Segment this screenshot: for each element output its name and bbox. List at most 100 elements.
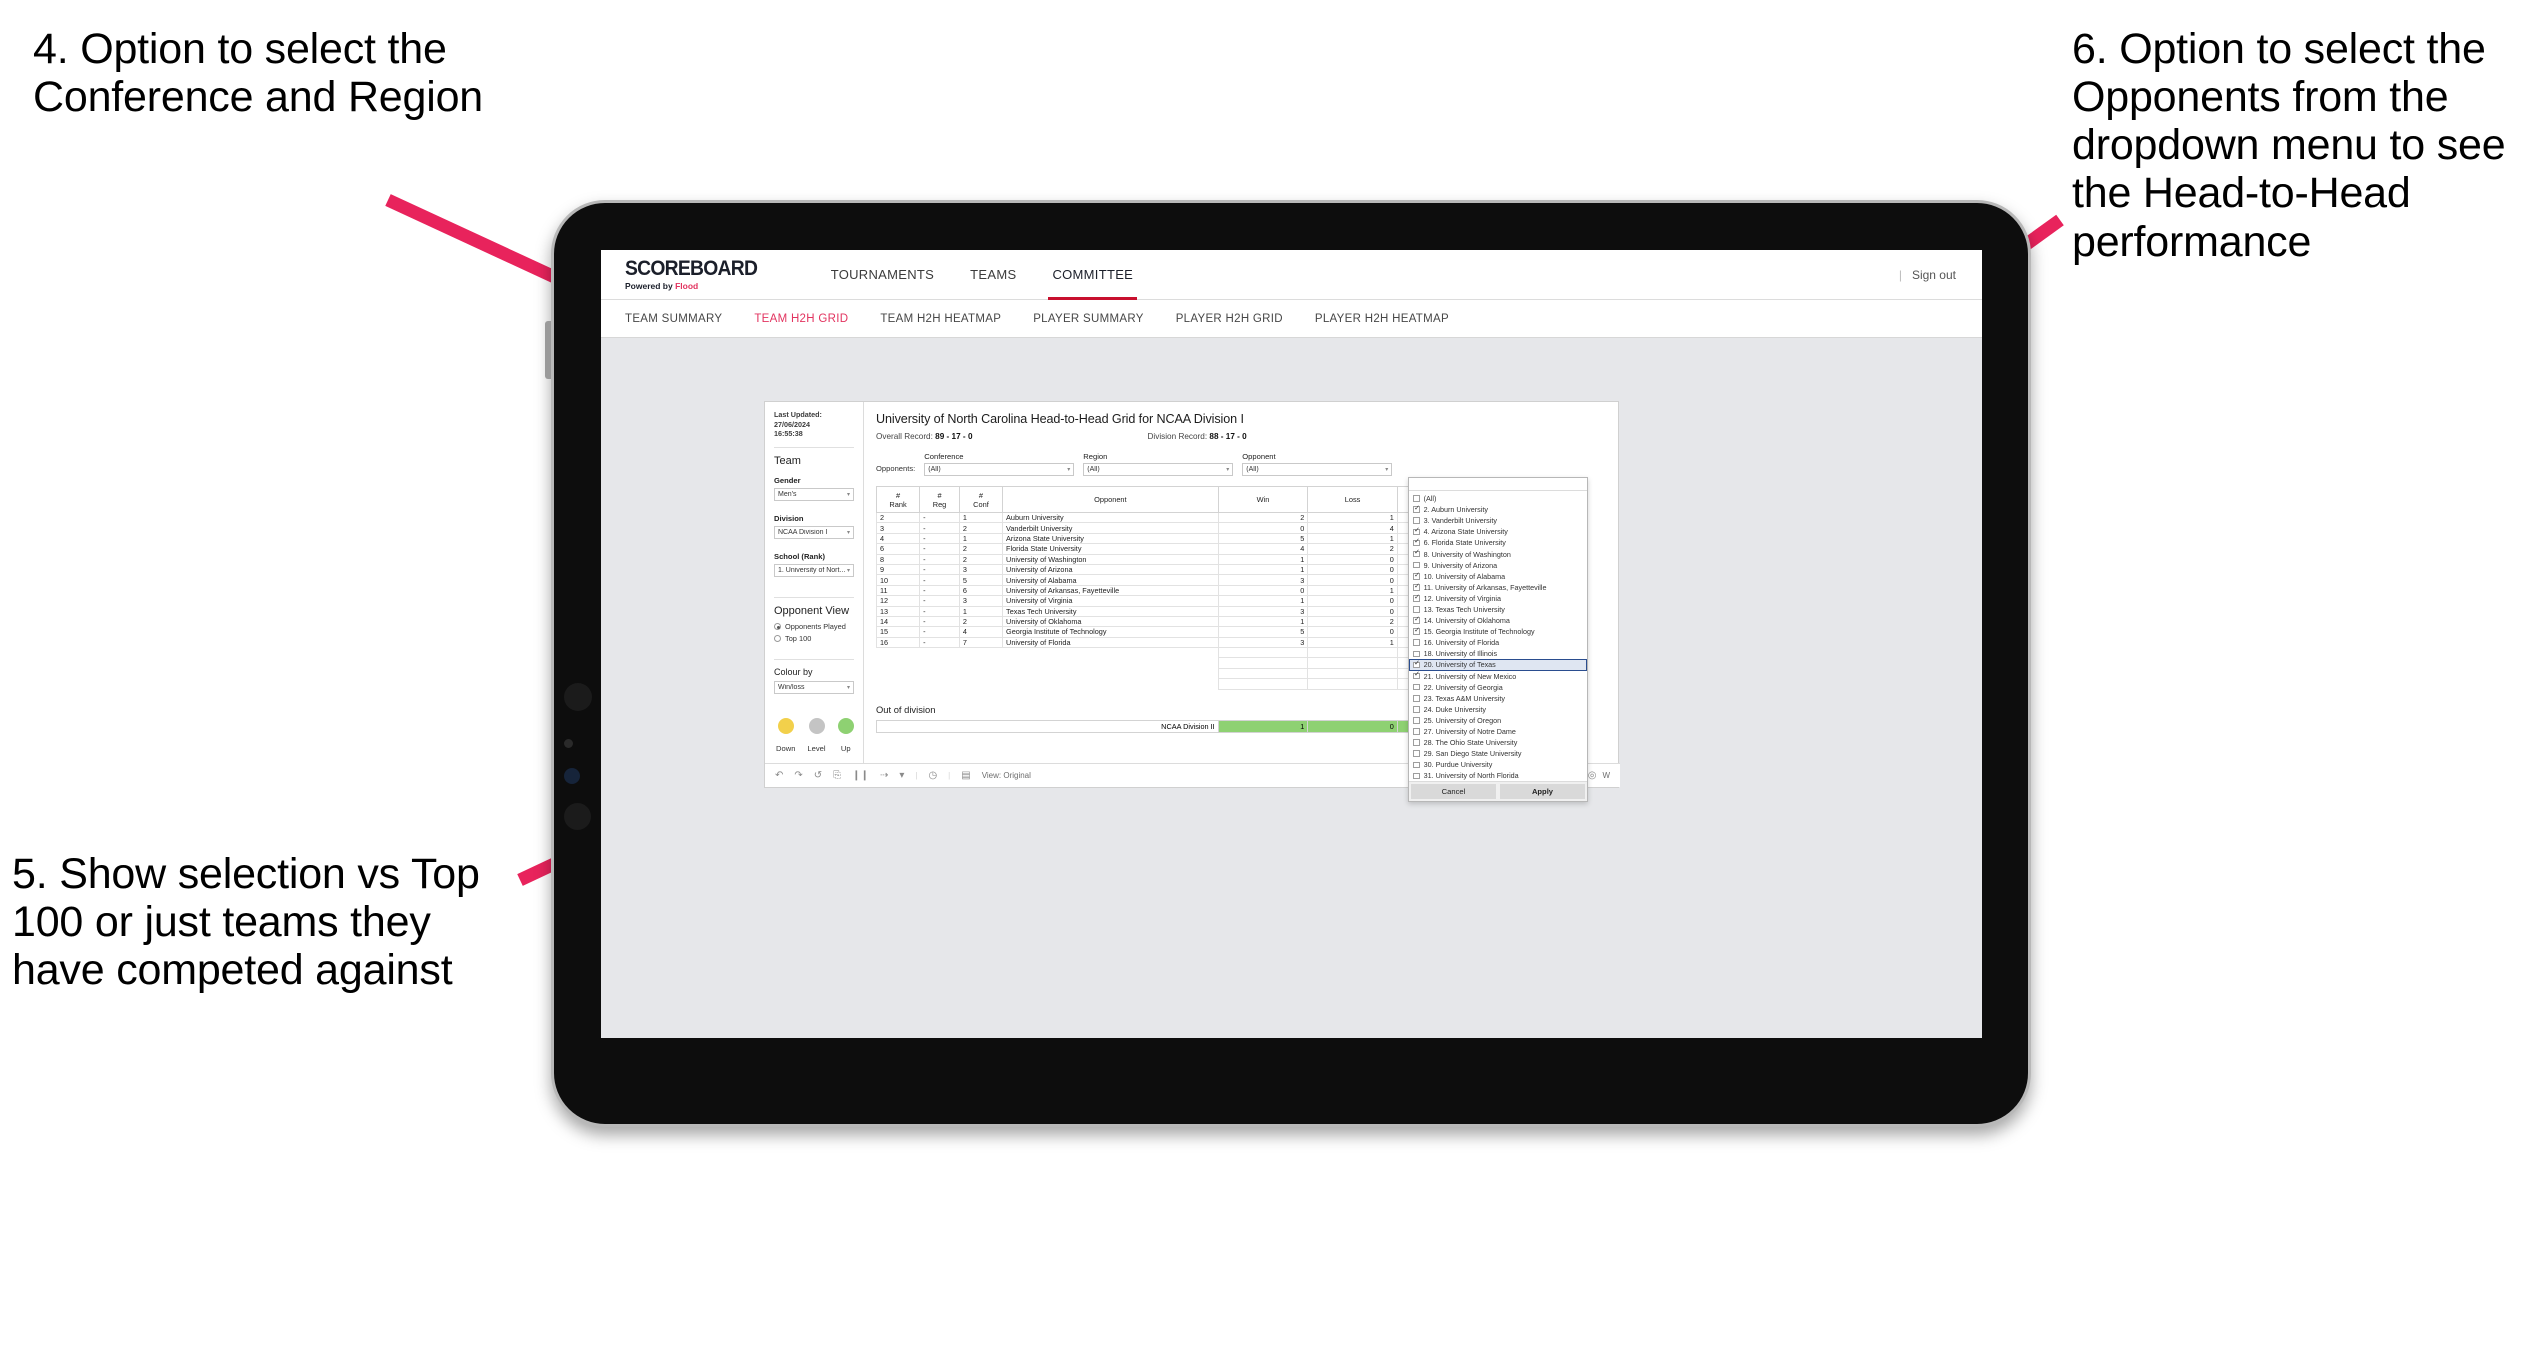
table-row[interactable]: 4-1 Arizona State University 5 1 bbox=[875, 532, 1442, 545]
th-rank[interactable]: # Rank bbox=[875, 486, 921, 513]
subnav-player-h2h-grid[interactable]: PLAYER H2H GRID bbox=[1160, 300, 1299, 338]
dropdown-option[interactable]: 16. University of Florida bbox=[1409, 637, 1587, 648]
subnav-team-summary[interactable]: TEAM SUMMARY bbox=[625, 300, 738, 338]
table-row[interactable]: 2-1 Auburn University 2 1 bbox=[875, 511, 1442, 524]
dropdown-option[interactable]: 28. The Ohio State University bbox=[1409, 737, 1587, 748]
history-icon[interactable]: ◷ bbox=[928, 770, 937, 781]
gender-select[interactable]: Men's ▾ bbox=[774, 488, 854, 502]
table-row[interactable]: 16-7 University of Florida 3 1 bbox=[875, 636, 1442, 649]
checkbox-icon[interactable] bbox=[1413, 739, 1420, 746]
checkbox-icon[interactable] bbox=[1413, 561, 1420, 569]
checkbox-icon[interactable] bbox=[1413, 572, 1420, 580]
revert-icon[interactable]: ↺ bbox=[814, 770, 822, 781]
table-row[interactable]: 13-1 Texas Tech University 3 0 bbox=[875, 605, 1442, 617]
checkbox-icon[interactable] bbox=[1413, 538, 1420, 547]
checkbox-icon[interactable] bbox=[1413, 606, 1420, 613]
table-row[interactable]: 15-4 Georgia Institute of Technology 5 0 bbox=[875, 626, 1442, 638]
checkbox-icon[interactable] bbox=[1413, 639, 1420, 647]
dropdown-option[interactable]: 20. University of Texas bbox=[1409, 659, 1587, 671]
checkbox-icon[interactable] bbox=[1413, 527, 1420, 536]
table-row[interactable]: 10-5 University of Alabama 3 0 bbox=[875, 574, 1442, 586]
dropdown-option[interactable]: 3. Vanderbilt University bbox=[1409, 515, 1587, 526]
colour-by-select[interactable]: Win/loss ▾ bbox=[774, 681, 854, 695]
th-opponent[interactable]: Opponent bbox=[1002, 486, 1219, 513]
subnav-player-h2h-heatmap[interactable]: PLAYER H2H HEATMAP bbox=[1299, 300, 1465, 338]
sign-out-link[interactable]: Sign out bbox=[1912, 268, 1956, 282]
dropdown-option[interactable]: 2. Auburn University bbox=[1409, 504, 1587, 515]
brand-logo[interactable]: SCOREBOARD Powered by Flood bbox=[625, 258, 769, 291]
opponent-search-input[interactable] bbox=[1409, 478, 1587, 491]
dropdown-option[interactable]: 8. University of Washington bbox=[1409, 548, 1587, 559]
checkbox-icon[interactable] bbox=[1413, 583, 1420, 591]
checkbox-icon[interactable] bbox=[1413, 627, 1420, 635]
checkbox-icon[interactable] bbox=[1413, 549, 1420, 558]
checkbox-icon[interactable] bbox=[1413, 728, 1420, 735]
checkbox-icon[interactable] bbox=[1413, 671, 1420, 680]
undo-icon[interactable]: ↶ bbox=[775, 770, 783, 781]
dropdown-option[interactable]: 6. Florida State University bbox=[1409, 537, 1587, 548]
dropdown-option[interactable]: 25. University of Oregon bbox=[1409, 715, 1587, 726]
checkbox-icon[interactable] bbox=[1413, 772, 1420, 780]
checkbox-icon[interactable] bbox=[1413, 517, 1420, 525]
checkbox-icon[interactable] bbox=[1413, 505, 1420, 513]
table-row[interactable]: 9-3 University of Arizona 1 0 bbox=[875, 563, 1442, 576]
checkbox-icon[interactable] bbox=[1413, 594, 1420, 602]
school-select[interactable]: 1. University of Nort... ▾ bbox=[774, 564, 854, 578]
checkbox-icon[interactable] bbox=[1413, 706, 1420, 713]
pause-icon[interactable]: ❙❙ bbox=[852, 770, 869, 781]
dropdown-option[interactable]: 31. University of North Florida bbox=[1409, 770, 1587, 781]
caret-down-icon[interactable]: ▾ bbox=[899, 770, 904, 781]
dropdown-option[interactable]: (All) bbox=[1409, 493, 1587, 504]
dropdown-option[interactable]: 21. University of New Mexico bbox=[1409, 671, 1587, 682]
table-row[interactable]: 14-2 University of Oklahoma 1 2 bbox=[875, 615, 1442, 628]
checkbox-icon[interactable] bbox=[1413, 683, 1420, 691]
table-row[interactable]: 8-2 University of Washington 1 0 bbox=[875, 553, 1442, 565]
radio-opponents-played[interactable]: Opponents Played bbox=[774, 622, 854, 631]
refresh-icon[interactable]: ⎘ bbox=[833, 770, 841, 781]
cancel-button[interactable]: Cancel bbox=[1411, 784, 1496, 800]
nav-committee[interactable]: COMMITTEE bbox=[1034, 250, 1151, 300]
conference-select[interactable]: (All) ▾ bbox=[924, 463, 1075, 476]
redo-icon[interactable]: ↷ bbox=[794, 770, 802, 781]
subnav-player-summary[interactable]: PLAYER SUMMARY bbox=[1017, 300, 1160, 338]
opponent-option-list[interactable]: (All)2. Auburn University3. Vanderbilt U… bbox=[1409, 491, 1587, 781]
apply-button[interactable]: Apply bbox=[1500, 784, 1585, 800]
dropdown-option[interactable]: 11. University of Arkansas, Fayetteville bbox=[1409, 582, 1587, 593]
checkbox-icon[interactable] bbox=[1413, 717, 1420, 724]
th-conf[interactable]: # Conf bbox=[958, 486, 1004, 513]
dropdown-option[interactable]: 24. Duke University bbox=[1409, 704, 1587, 715]
checkbox-icon[interactable] bbox=[1413, 694, 1420, 702]
dropdown-option[interactable]: 22. University of Georgia bbox=[1409, 682, 1587, 693]
division-select[interactable]: NCAA Division I ▾ bbox=[774, 526, 854, 540]
dropdown-option[interactable]: 13. Texas Tech University bbox=[1409, 604, 1587, 615]
view-icon[interactable]: ▤ bbox=[961, 770, 970, 781]
checkbox-icon[interactable] bbox=[1413, 495, 1420, 502]
nav-tournaments[interactable]: TOURNAMENTS bbox=[813, 250, 952, 300]
checkbox-icon[interactable] bbox=[1413, 650, 1420, 658]
checkbox-icon[interactable] bbox=[1413, 750, 1420, 757]
dropdown-option[interactable]: 12. University of Virginia bbox=[1409, 593, 1587, 604]
region-select[interactable]: (All) ▾ bbox=[1083, 463, 1234, 476]
subnav-team-h2h-heatmap[interactable]: TEAM H2H HEATMAP bbox=[864, 300, 1017, 338]
table-row[interactable]: 3-2 Vanderbilt University 0 4 bbox=[875, 522, 1442, 534]
share-icon[interactable]: ⇢ bbox=[880, 770, 888, 781]
th-win[interactable]: Win bbox=[1217, 486, 1309, 513]
checkbox-icon[interactable] bbox=[1413, 660, 1420, 669]
checkbox-icon[interactable] bbox=[1413, 761, 1420, 769]
dropdown-option[interactable]: 9. University of Arizona bbox=[1409, 560, 1587, 571]
table-row[interactable]: 6-2 Florida State University 4 2 bbox=[875, 543, 1442, 555]
nav-teams[interactable]: TEAMS bbox=[952, 250, 1034, 300]
dropdown-option[interactable]: 10. University of Alabama bbox=[1409, 571, 1587, 582]
table-row[interactable]: 12-3 University of Virginia 1 0 bbox=[875, 595, 1442, 607]
dropdown-option[interactable]: 29. San Diego State University bbox=[1409, 748, 1587, 759]
radio-top-100[interactable]: Top 100 bbox=[774, 634, 854, 643]
th-loss[interactable]: Loss bbox=[1307, 486, 1398, 513]
dropdown-option[interactable]: 18. University of Illinois bbox=[1409, 648, 1587, 659]
checkbox-icon[interactable] bbox=[1413, 616, 1420, 624]
dropdown-option[interactable]: 14. University of Oklahoma bbox=[1409, 615, 1587, 626]
table-row[interactable]: 11-6 University of Arkansas, Fayetteville… bbox=[875, 584, 1442, 597]
eye-icon[interactable]: ◎ bbox=[1588, 770, 1597, 781]
dropdown-option[interactable]: 23. Texas A&M University bbox=[1409, 693, 1587, 704]
dropdown-option[interactable]: 4. Arizona State University bbox=[1409, 526, 1587, 537]
opponent-select[interactable]: (All) ▾ bbox=[1242, 463, 1393, 476]
